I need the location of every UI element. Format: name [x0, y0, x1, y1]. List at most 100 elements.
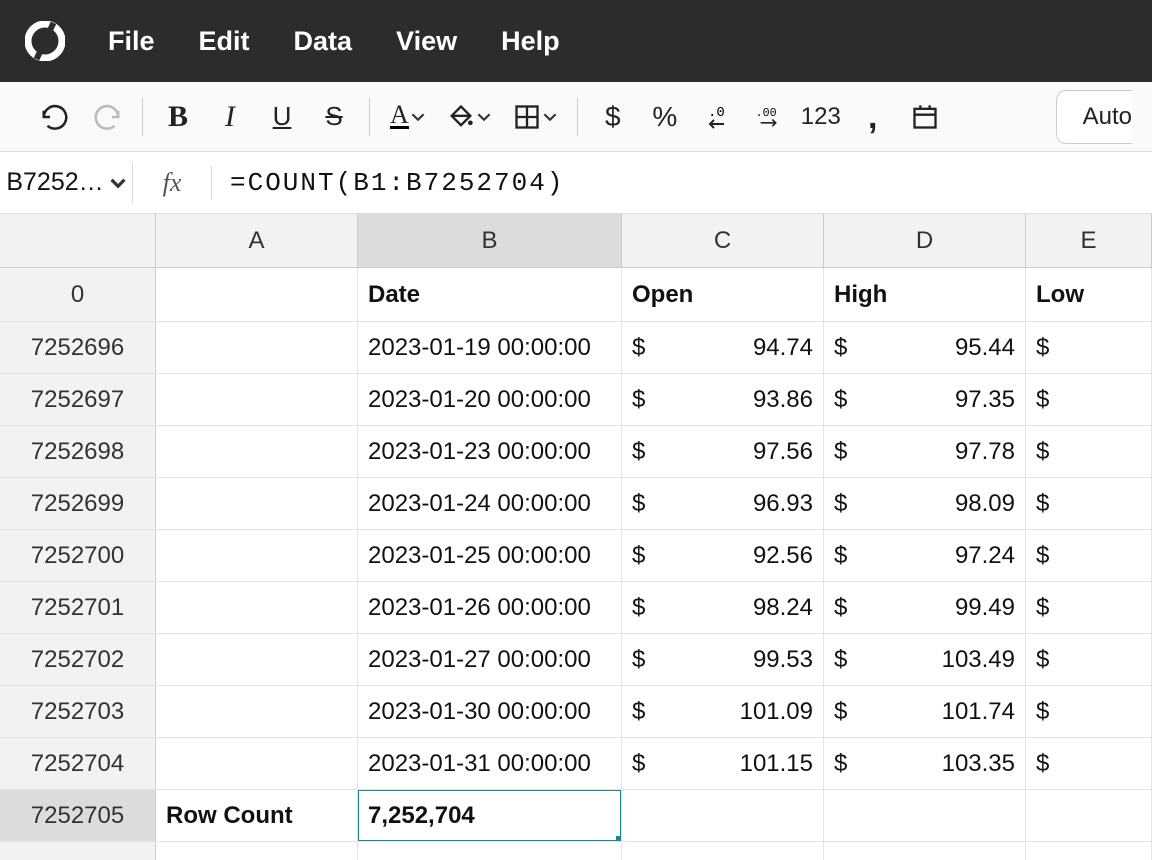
cell[interactable]: $99.53	[622, 634, 824, 685]
row-header[interactable]: 7252699	[0, 478, 156, 529]
cell[interactable]	[156, 686, 358, 737]
cell[interactable]: 2023-01-30 00:00:00	[358, 686, 622, 737]
cell[interactable]	[1026, 842, 1152, 860]
cell[interactable]	[156, 530, 358, 581]
decrease-decimal-button[interactable]: .0	[702, 102, 732, 132]
cell[interactable]: $97.35	[824, 374, 1026, 425]
menu-data[interactable]: Data	[294, 26, 353, 57]
cell[interactable]	[156, 426, 358, 477]
cell[interactable]: $94.74	[622, 322, 824, 373]
cell[interactable]: $99.49	[824, 582, 1026, 633]
row-header[interactable]: 7252698	[0, 426, 156, 477]
cell[interactable]: $	[1026, 426, 1152, 477]
format-currency-button[interactable]: $	[598, 102, 628, 132]
column-header-A[interactable]: A	[156, 214, 358, 267]
cell[interactable]	[1026, 790, 1152, 841]
cell[interactable]: $93.86	[622, 374, 824, 425]
cell[interactable]: $101.09	[622, 686, 824, 737]
row-header[interactable]: 7252702	[0, 634, 156, 685]
auto-format-button[interactable]: Auto	[1056, 90, 1132, 144]
cell[interactable]: $103.35	[824, 738, 1026, 789]
cell[interactable]: High	[824, 268, 1026, 321]
cell[interactable]: $98.09	[824, 478, 1026, 529]
cell[interactable]	[156, 322, 358, 373]
cell[interactable]: $103.49	[824, 634, 1026, 685]
cell[interactable]: 2023-01-19 00:00:00	[358, 322, 622, 373]
cell[interactable]	[156, 478, 358, 529]
format-percent-button[interactable]: %	[650, 102, 680, 132]
text-color-button[interactable]: A	[390, 104, 425, 129]
selected-cell[interactable]: 7,252,704	[358, 790, 622, 841]
row-header[interactable]: 7252705	[0, 790, 156, 841]
cell[interactable]: $97.78	[824, 426, 1026, 477]
cell[interactable]: 2023-01-31 00:00:00	[358, 738, 622, 789]
underline-button[interactable]: U	[267, 102, 297, 132]
fill-color-button[interactable]	[447, 103, 491, 131]
format-date-button[interactable]	[910, 102, 940, 132]
cell[interactable]	[156, 374, 358, 425]
cell[interactable]: $97.24	[824, 530, 1026, 581]
cell[interactable]	[824, 790, 1026, 841]
cell-reference-box[interactable]: B7252…	[0, 168, 132, 197]
cell[interactable]: 2023-01-20 00:00:00	[358, 374, 622, 425]
row-header[interactable]	[0, 842, 156, 860]
cell[interactable]: 2023-01-25 00:00:00	[358, 530, 622, 581]
cell[interactable]	[622, 842, 824, 860]
cell[interactable]: $96.93	[622, 478, 824, 529]
cell[interactable]: $	[1026, 478, 1152, 529]
cell[interactable]: $	[1026, 530, 1152, 581]
increase-decimal-button[interactable]: .00	[754, 102, 784, 132]
cell[interactable]	[622, 790, 824, 841]
row-header[interactable]: 7252704	[0, 738, 156, 789]
cell[interactable]: $98.24	[622, 582, 824, 633]
row-header[interactable]: 7252700	[0, 530, 156, 581]
cell[interactable]: $97.56	[622, 426, 824, 477]
formula-input[interactable]: =COUNT(B1:B7252704)	[212, 168, 1152, 198]
menu-help[interactable]: Help	[501, 26, 560, 57]
italic-button[interactable]: I	[215, 102, 245, 132]
menu-view[interactable]: View	[396, 26, 457, 57]
cell[interactable]: 2023-01-24 00:00:00	[358, 478, 622, 529]
cell[interactable]	[824, 842, 1026, 860]
cell[interactable]	[156, 738, 358, 789]
cell[interactable]: $	[1026, 582, 1152, 633]
row-header[interactable]: 7252697	[0, 374, 156, 425]
cell[interactable]: Row Count	[156, 790, 358, 841]
row-header[interactable]: 0	[0, 268, 156, 321]
row-header[interactable]: 7252701	[0, 582, 156, 633]
borders-button[interactable]	[513, 103, 557, 131]
column-header-C[interactable]: C	[622, 214, 824, 267]
cell[interactable]	[156, 842, 358, 860]
cell[interactable]	[358, 842, 622, 860]
cell[interactable]: $101.74	[824, 686, 1026, 737]
cell[interactable]: $92.56	[622, 530, 824, 581]
cell[interactable]: Low	[1026, 268, 1152, 321]
cell[interactable]: $	[1026, 374, 1152, 425]
strikethrough-button[interactable]: S	[319, 102, 349, 132]
cell[interactable]	[156, 634, 358, 685]
menu-file[interactable]: File	[108, 26, 155, 57]
format-number-button[interactable]: 123	[806, 102, 836, 132]
row-header[interactable]: 7252703	[0, 686, 156, 737]
selection-fill-handle[interactable]	[616, 836, 622, 841]
cell[interactable]: $	[1026, 686, 1152, 737]
cell[interactable]: 2023-01-23 00:00:00	[358, 426, 622, 477]
bold-button[interactable]: B	[163, 102, 193, 132]
cell[interactable]: $	[1026, 738, 1152, 789]
column-header-B[interactable]: B	[358, 214, 622, 267]
cell[interactable]: Date	[358, 268, 622, 321]
cell[interactable]	[156, 582, 358, 633]
undo-button[interactable]	[40, 102, 70, 132]
redo-button[interactable]	[92, 102, 122, 132]
format-separator-button[interactable]: ,	[858, 102, 888, 132]
column-header-D[interactable]: D	[824, 214, 1026, 267]
cell[interactable]: 2023-01-27 00:00:00	[358, 634, 622, 685]
cell[interactable]: $	[1026, 634, 1152, 685]
cell[interactable]: 2023-01-26 00:00:00	[358, 582, 622, 633]
cell[interactable]: $95.44	[824, 322, 1026, 373]
row-header[interactable]: 7252696	[0, 322, 156, 373]
column-header-E[interactable]: E	[1026, 214, 1152, 267]
menu-edit[interactable]: Edit	[199, 26, 250, 57]
cell[interactable]: $	[1026, 322, 1152, 373]
cell[interactable]	[156, 268, 358, 321]
